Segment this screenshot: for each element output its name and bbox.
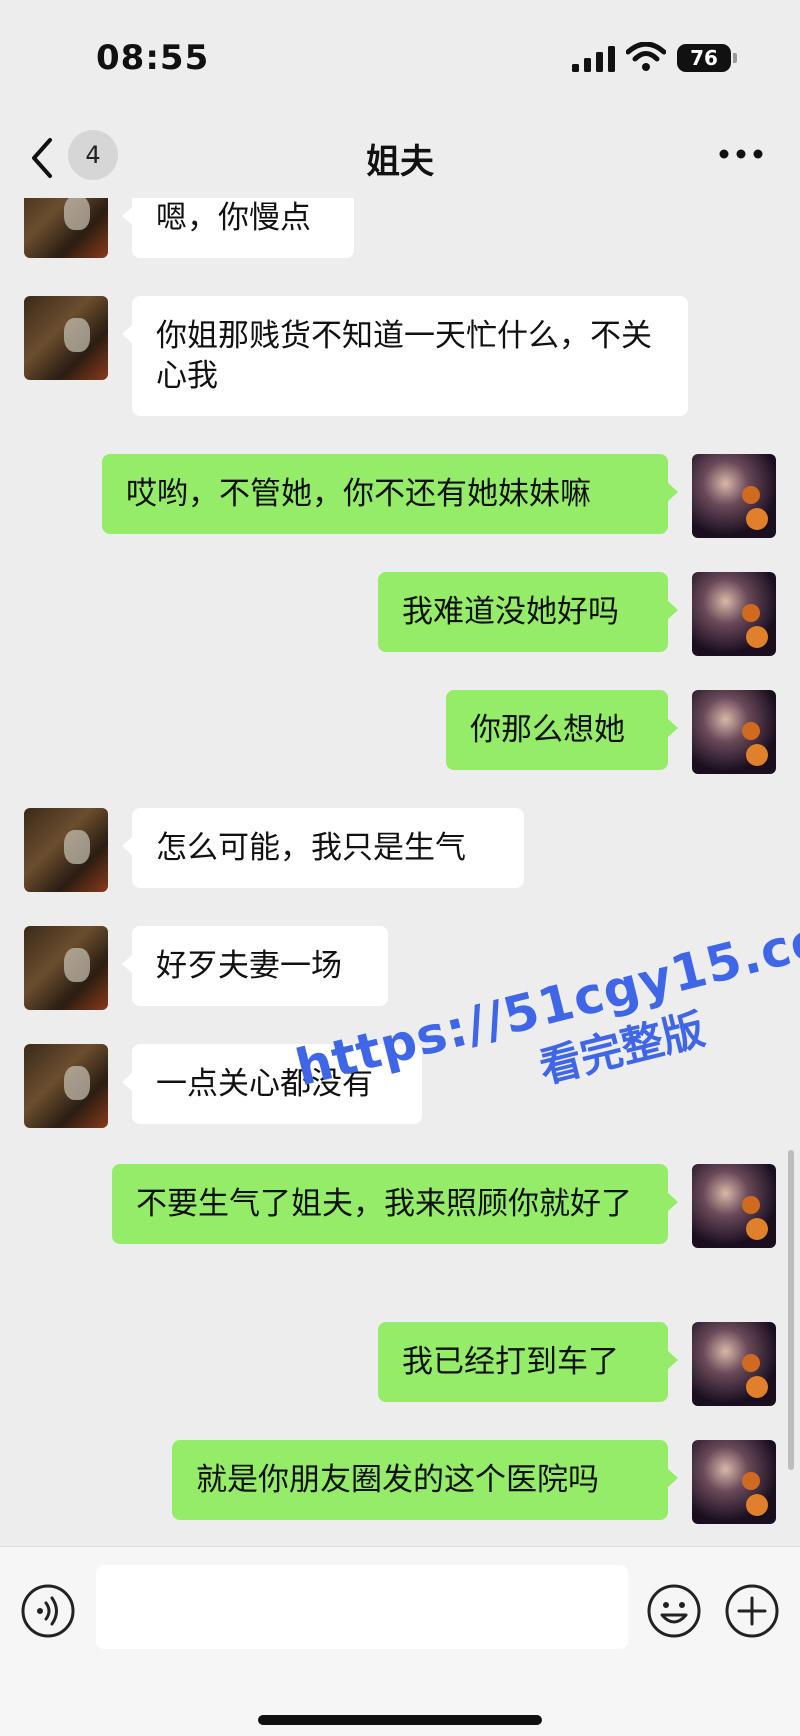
message-text: 一点关心都没有	[156, 1066, 373, 1102]
status-bar: 08:55 76	[0, 0, 800, 120]
message-text: 我难道没她好吗	[402, 594, 619, 630]
self-avatar[interactable]	[692, 690, 776, 774]
message-text: 哎哟，不管她，你不还有她妹妹嘛	[126, 476, 591, 512]
chat-header: 4 姐夫	[0, 120, 800, 198]
scrollbar[interactable]	[788, 1150, 794, 1470]
voice-icon[interactable]	[20, 1583, 76, 1639]
message-text: 你姐那贱货不知道一天忙什么，不关心我	[156, 318, 652, 394]
message-text: 就是你朋友圈发的这个医院吗	[196, 1462, 599, 1498]
message-bubble[interactable]: 我已经打到车了	[378, 1322, 678, 1402]
contact-avatar[interactable]	[24, 1044, 108, 1128]
contact-avatar[interactable]	[24, 198, 108, 258]
message-bubble[interactable]: 嗯，你慢点	[122, 198, 354, 258]
message-text: 不要生气了姐夫，我来照顾你就好了	[136, 1186, 632, 1222]
message-bubble[interactable]: 你那么想她	[446, 690, 678, 770]
message-bubble[interactable]: 你姐那贱货不知道一天忙什么，不关心我	[122, 296, 688, 416]
message-bubble[interactable]: 哎哟，不管她，你不还有她妹妹嘛	[102, 454, 678, 534]
self-avatar[interactable]	[692, 1322, 776, 1406]
message-text: 嗯，你慢点	[156, 200, 311, 236]
battery-indicator: 76	[677, 44, 737, 72]
plus-icon[interactable]	[724, 1583, 780, 1639]
message-text: 怎么可能，我只是生气	[156, 830, 466, 866]
cellular-signal-icon	[572, 46, 615, 72]
message-bubble[interactable]: 我难道没她好吗	[378, 572, 678, 652]
contact-avatar[interactable]	[24, 808, 108, 892]
message-text: 我已经打到车了	[402, 1344, 619, 1380]
self-avatar[interactable]	[692, 572, 776, 656]
home-indicator[interactable]	[258, 1715, 542, 1725]
message-bubble[interactable]: 怎么可能，我只是生气	[122, 808, 524, 888]
status-time: 08:55	[96, 38, 210, 78]
message-bubble[interactable]: 一点关心都没有	[122, 1044, 422, 1124]
contact-avatar[interactable]	[24, 296, 108, 380]
contact-avatar[interactable]	[24, 926, 108, 1010]
message-input-bar	[0, 1546, 800, 1736]
self-avatar[interactable]	[692, 1440, 776, 1524]
message-input[interactable]	[96, 1565, 628, 1649]
message-bubble[interactable]: 不要生气了姐夫，我来照顾你就好了	[112, 1164, 678, 1244]
message-list[interactable]: 嗯，你慢点 你姐那贱货不知道一天忙什么，不关心我 哎哟，不管她，你不还有她妹妹嘛…	[0, 198, 800, 1546]
message-text: 好歹夫妻一场	[156, 948, 342, 984]
more-dots-icon[interactable]	[716, 144, 766, 164]
emoji-icon[interactable]	[646, 1583, 702, 1639]
message-bubble[interactable]: 就是你朋友圈发的这个医院吗	[172, 1440, 678, 1520]
page-title: 姐夫	[366, 142, 434, 182]
self-avatar[interactable]	[692, 1164, 776, 1248]
message-bubble[interactable]: 好歹夫妻一场	[122, 926, 388, 1006]
message-text: 你那么想她	[470, 712, 625, 748]
wifi-icon	[626, 42, 666, 71]
self-avatar[interactable]	[692, 454, 776, 538]
